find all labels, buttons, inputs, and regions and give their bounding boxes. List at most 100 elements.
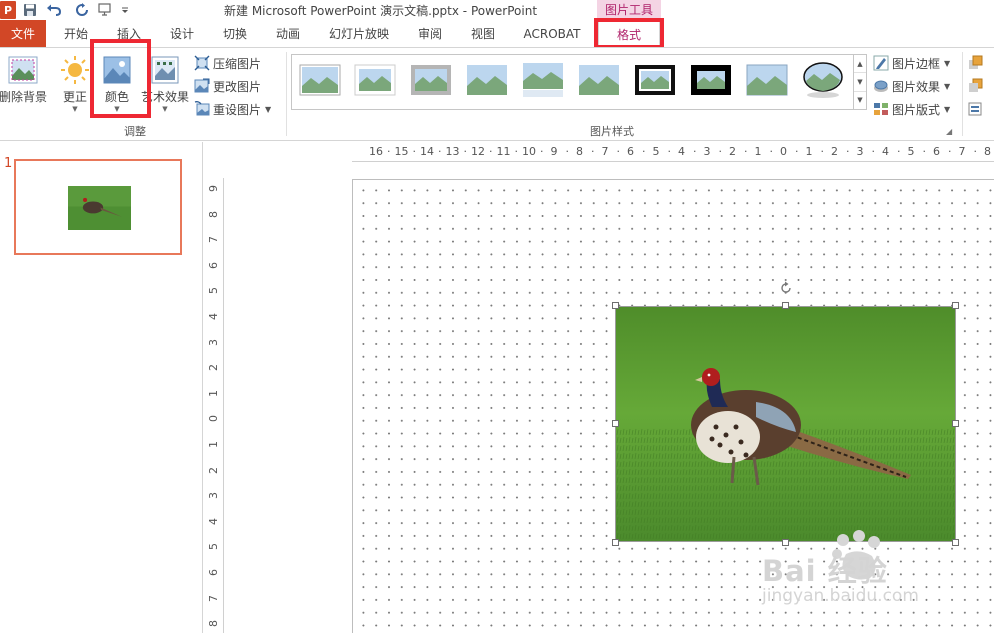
ruler-tick-label: 6 <box>207 569 220 576</box>
compress-pictures-button[interactable]: 压缩图片 <box>194 53 261 73</box>
tab-home[interactable]: 开始 <box>57 20 95 47</box>
ruler-tick-mark: · <box>922 145 927 158</box>
picture-styles-dialog-launcher-icon[interactable]: ◢ <box>946 126 952 136</box>
picture-style-reflected[interactable] <box>521 60 565 100</box>
tab-review[interactable]: 审阅 <box>411 20 449 47</box>
powerpoint-app-icon[interactable]: P <box>0 1 16 19</box>
remove-background-button[interactable]: 删除背景 <box>0 54 47 105</box>
tab-design[interactable]: 设计 <box>163 20 201 47</box>
reset-picture-icon <box>194 101 210 117</box>
ruler-tick-mark: · <box>820 145 825 158</box>
picture-color-icon <box>103 56 131 84</box>
change-picture-button[interactable]: 更改图片 <box>194 76 261 96</box>
ruler-tick-mark: · <box>565 145 570 158</box>
tab-transitions[interactable]: 切换 <box>216 20 254 47</box>
color-label: 颜色 <box>104 90 129 104</box>
redo-icon[interactable] <box>72 1 92 19</box>
ruler-tick-label: 4 <box>678 145 685 158</box>
picture-style-white-frame[interactable] <box>353 60 397 100</box>
tab-acrobat[interactable]: ACROBAT <box>517 20 587 47</box>
ruler-tick-mark: · <box>540 145 544 158</box>
gallery-scroll-up-icon[interactable]: ▲ <box>854 55 866 74</box>
reset-picture-button[interactable]: 重设图片 ▼ <box>194 99 271 119</box>
ruler-tick-mark: · <box>514 145 519 158</box>
picture-style-beveled[interactable] <box>745 60 789 100</box>
resize-handle-bottom-right[interactable] <box>952 539 959 546</box>
corrections-button[interactable]: 更正 ▼ <box>56 54 94 113</box>
ruler-tick-label: 9 <box>550 145 558 158</box>
quick-access-toolbar: P <box>0 0 130 20</box>
change-picture-label: 更改图片 <box>213 79 262 94</box>
ruler-tick-mark: · <box>489 145 493 158</box>
customize-qat-icon[interactable] <box>120 1 130 19</box>
corrections-dropdown-icon: ▼ <box>72 105 78 113</box>
ruler-tick-label: 2 <box>729 145 736 158</box>
picture-layout-button[interactable]: 图片版式 ▼ <box>873 99 950 119</box>
gallery-scroll-down-icon[interactable]: ▼ <box>854 73 866 92</box>
ruler-tick-label: 13 <box>445 145 460 158</box>
ruler-tick-label: 5 <box>207 543 220 551</box>
selection-pane-icon[interactable] <box>968 99 984 119</box>
picture-layout-dropdown-icon[interactable]: ▼ <box>944 105 950 114</box>
picture-style-simple-frame[interactable] <box>298 60 342 100</box>
tab-view[interactable]: 视图 <box>464 20 502 47</box>
ruler-tick-label: 7 <box>207 594 220 602</box>
resize-handle-top-left[interactable] <box>612 302 619 309</box>
ruler-tick-label: 4 <box>207 313 220 320</box>
tab-animations[interactable]: 动画 <box>269 20 307 47</box>
ruler-tick-label: 10 <box>522 145 536 158</box>
ruler-tick-mark: · <box>387 145 391 158</box>
picture-border-dropdown-icon[interactable]: ▼ <box>944 59 950 68</box>
resize-handle-right[interactable] <box>952 420 959 427</box>
tab-insert[interactable]: 插入 <box>110 20 148 47</box>
picture-style-thick-black-frame[interactable] <box>689 60 733 100</box>
resize-handle-top-right[interactable] <box>952 302 959 309</box>
send-backward-icon[interactable] <box>968 76 984 96</box>
tab-slide-show[interactable]: 幻灯片放映 <box>322 20 396 47</box>
picture-style-shadow[interactable] <box>577 60 621 100</box>
ruler-tick-mark: · <box>667 145 672 158</box>
ruler-tick-mark: · <box>693 145 697 158</box>
ruler-tick-mark: · <box>438 145 442 158</box>
horizontal-ruler: 16 · 15 · 14 · 13 · 12 · 11 · 10 · 9 · 8 · 7 · 6 · 5 · 4 · 3 · 2 · 1 · 0… <box>352 142 994 162</box>
ruler-tick-label: 9 <box>207 185 220 192</box>
color-button[interactable]: 颜色 ▼ <box>97 54 137 113</box>
resize-handle-bottom[interactable] <box>782 539 789 546</box>
resize-handle-bottom-left[interactable] <box>612 539 619 546</box>
tab-format[interactable]: 格式 <box>598 20 660 47</box>
slide-thumbnail[interactable] <box>14 159 182 255</box>
picture-style-soft-edge[interactable] <box>465 60 509 100</box>
gallery-more-icon[interactable]: ▼ <box>854 92 866 109</box>
ruler-tick-mark: · <box>718 145 723 158</box>
ruler-tick-label: 7 <box>207 236 220 244</box>
ruler-tick-label: 6 <box>933 145 940 158</box>
picture-layout-icon <box>873 101 889 117</box>
pheasant-picture[interactable] <box>615 306 956 542</box>
ribbon-separator <box>286 52 287 136</box>
picture-style-gray-frame[interactable] <box>409 60 453 100</box>
ribbon-tab-bar: 文件 开始 插入 设计 切换 动画 幻灯片放映 审阅 视图 ACROBAT 格式 <box>0 20 994 47</box>
bring-forward-icon[interactable] <box>968 53 984 73</box>
ruler-tick-label: 4 <box>207 517 220 525</box>
ruler-tick-mark: · <box>642 145 646 158</box>
start-from-beginning-icon[interactable] <box>96 1 116 19</box>
adjust-group-label: 调整 <box>124 125 146 138</box>
resize-handle-top[interactable] <box>782 302 789 309</box>
picture-effects-button[interactable]: 图片效果 ▼ <box>873 76 950 96</box>
ruler-tick-mark: · <box>897 145 901 158</box>
artistic-effects-button[interactable]: 艺术效果 ▼ <box>141 54 189 113</box>
rotate-handle-icon[interactable] <box>779 281 793 295</box>
ruler-tick-mark: · <box>616 145 621 158</box>
undo-icon[interactable] <box>44 1 64 19</box>
ruler-tick-label: 14 <box>420 145 434 158</box>
reset-picture-dropdown-icon[interactable]: ▼ <box>265 105 271 114</box>
picture-effects-dropdown-icon[interactable]: ▼ <box>944 82 950 91</box>
picture-styles-group-label: 图片样式 <box>590 125 634 138</box>
picture-style-oval[interactable] <box>801 60 845 100</box>
picture-style-black-frame[interactable] <box>633 60 677 100</box>
picture-styles-gallery[interactable]: ▲ ▼ ▼ <box>291 54 867 110</box>
picture-border-button[interactable]: 图片边框 ▼ <box>873 53 950 73</box>
resize-handle-left[interactable] <box>612 420 619 427</box>
tab-file[interactable]: 文件 <box>0 20 46 47</box>
save-icon[interactable] <box>20 1 40 19</box>
